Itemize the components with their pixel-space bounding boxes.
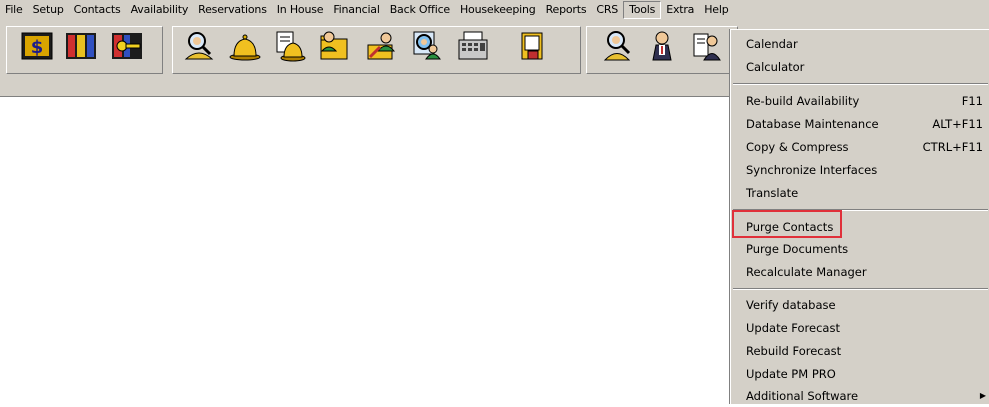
menu-item-label: Database Maintenance — [746, 117, 879, 131]
menu-item-copy-compress[interactable]: Copy & Compress CTRL+F11 — [731, 136, 986, 158]
menu-item-shortcut: F11 — [961, 94, 983, 108]
menu-item-shortcut: ALT+F11 — [932, 117, 983, 131]
menu-setup[interactable]: Setup — [28, 1, 69, 19]
svg-text:$: $ — [31, 37, 44, 58]
menu-item-label: Translate — [746, 186, 799, 200]
menu-item-synchronize-interfaces[interactable]: Synchronize Interfaces — [731, 159, 986, 181]
notepad-icon[interactable] — [516, 29, 550, 63]
menu-item-update-forecast[interactable]: Update Forecast — [731, 317, 986, 339]
workspace — [0, 97, 730, 403]
menu-item-additional-software[interactable]: Additional Software ▶ — [731, 385, 986, 407]
books-icon[interactable] — [64, 29, 98, 63]
menu-tools[interactable]: Tools — [623, 1, 662, 19]
menu-contacts[interactable]: Contacts — [69, 1, 126, 19]
menu-file[interactable]: File — [0, 1, 28, 19]
menu-item-recalculate-manager[interactable]: Recalculate Manager — [731, 261, 986, 283]
menu-separator — [733, 83, 988, 85]
menu-item-label: Rebuild Forecast — [746, 344, 842, 358]
edit-person-icon[interactable] — [364, 29, 398, 63]
menu-item-shortcut: CTRL+F11 — [922, 140, 983, 154]
key-icon[interactable] — [110, 29, 144, 63]
menu-item-label: Recalculate Manager — [746, 265, 867, 279]
person-document-icon[interactable] — [690, 29, 724, 63]
menu-item-rebuild-availability[interactable]: Re-build Availability F11 — [731, 90, 986, 112]
menu-item-label: Calendar — [746, 37, 798, 51]
menu-extra[interactable]: Extra — [661, 1, 699, 19]
menu-item-label: Verify database — [746, 298, 836, 312]
cash-register-icon[interactable] — [456, 29, 490, 63]
menu-help[interactable]: Help — [699, 1, 733, 19]
menu-item-label: Synchronize Interfaces — [746, 163, 878, 177]
menu-availability[interactable]: Availability — [126, 1, 194, 19]
menu-item-purge-documents[interactable]: Purge Documents — [731, 238, 986, 260]
menu-in-house[interactable]: In House — [272, 1, 329, 19]
person-icon[interactable] — [601, 29, 635, 63]
dollar-icon[interactable]: $ — [20, 29, 54, 63]
menu-separator — [733, 288, 988, 290]
menu-item-label: Re-build Availability — [746, 94, 860, 108]
menu-housekeeping[interactable]: Housekeeping — [455, 1, 541, 19]
menu-item-database-maintenance[interactable]: Database Maintenance ALT+F11 — [731, 113, 986, 135]
menu-item-calendar[interactable]: Calendar — [731, 33, 986, 55]
submenu-arrow-icon: ▶ — [979, 391, 986, 400]
menu-crs[interactable]: CRS — [591, 1, 623, 19]
menu-item-translate[interactable]: Translate — [731, 182, 986, 204]
bell-document-icon[interactable] — [273, 29, 307, 63]
menu-item-label: Additional Software — [746, 389, 859, 403]
menu-item-calculator[interactable]: Calculator — [731, 56, 986, 78]
magnifier-person-icon[interactable] — [410, 29, 444, 63]
menu-item-label: Purge Documents — [746, 242, 849, 256]
highlight-box — [732, 210, 842, 238]
person-standing-icon[interactable] — [645, 29, 679, 63]
menu-item-label: Update PM PRO — [746, 367, 836, 381]
search-person-icon[interactable] — [182, 29, 216, 63]
menu-item-label: Copy & Compress — [746, 140, 849, 154]
menu-reservations[interactable]: Reservations — [193, 1, 272, 19]
menu-reports[interactable]: Reports — [541, 1, 592, 19]
menu-financial[interactable]: Financial — [328, 1, 384, 19]
menu-item-update-pm-pro[interactable]: Update PM PRO — [731, 363, 986, 385]
folder-person-icon[interactable] — [318, 29, 352, 63]
menu-item-rebuild-forecast[interactable]: Rebuild Forecast — [731, 340, 986, 362]
menu-item-label: Calculator — [746, 60, 805, 74]
bell-icon[interactable] — [228, 29, 262, 63]
menu-back-office[interactable]: Back Office — [385, 1, 455, 19]
menu-item-verify-database[interactable]: Verify database — [731, 294, 986, 316]
menu-bar: File Setup Contacts Availability Reserva… — [0, 0, 989, 20]
menu-item-label: Update Forecast — [746, 321, 840, 335]
